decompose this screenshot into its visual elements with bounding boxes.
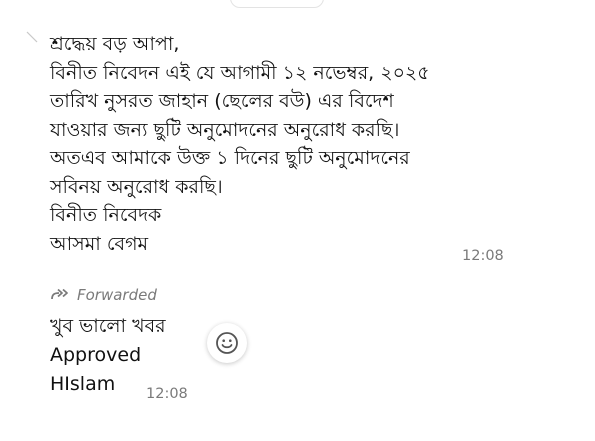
message-line: শ্রদ্ধেয় বড় আপা, bbox=[50, 33, 180, 55]
reaction-button[interactable] bbox=[207, 323, 247, 363]
forwarded-label: Forwarded bbox=[50, 286, 157, 304]
message-line: সবিনয় অনুরোধ করছি। bbox=[50, 175, 223, 198]
message-1-body[interactable]: শ্রদ্ধেয় বড় আপা, বিনীত নিবেদন এই যে আগ… bbox=[50, 30, 550, 258]
top-date-chip bbox=[230, 0, 324, 8]
message-line: যাওয়ার জন্য ছুটি অনুমোদনের অনুরোধ করছি। bbox=[50, 118, 400, 141]
smiley-face-icon bbox=[216, 332, 238, 354]
message-line: খুব ভালো খবর bbox=[50, 315, 166, 337]
message-line: অতএব আমাকে উক্ত ১ দিনের ছুটি অনুমোদনের bbox=[50, 147, 410, 169]
message-line: Approved bbox=[50, 344, 142, 366]
forwarded-text: Forwarded bbox=[77, 286, 157, 304]
message-1-timestamp: 12:08 bbox=[462, 248, 504, 264]
message-line: বিনীত নিবেদন এই যে আগামী ১২ নভেম্বর, ২০২… bbox=[50, 61, 430, 84]
message-2-timestamp: 12:08 bbox=[146, 386, 188, 402]
message-line: তারিখ নুসরত জাহান (ছেলের বউ) এর বিদেশ bbox=[50, 90, 394, 112]
bubble-tail-icon bbox=[26, 31, 38, 43]
chat-screen: শ্রদ্ধেয় বড় আপা, বিনীত নিবেদন এই যে আগ… bbox=[0, 0, 595, 441]
message-line: বিনীত নিবেদক bbox=[50, 204, 162, 226]
forward-double-arrow-icon bbox=[51, 288, 68, 300]
